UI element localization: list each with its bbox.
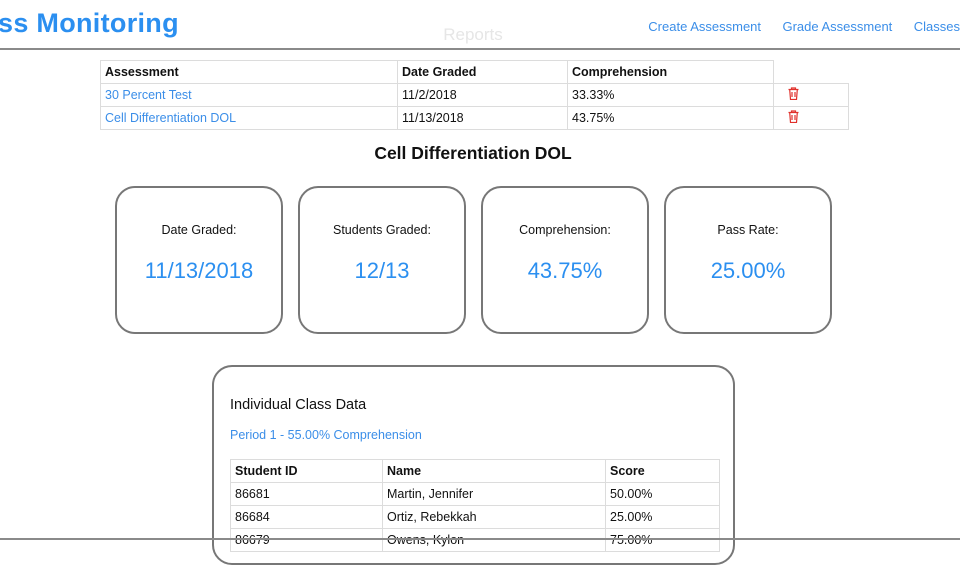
card-label: Date Graded: (161, 223, 237, 237)
student-score-cell: 25.00% (605, 505, 720, 529)
trash-icon[interactable] (788, 87, 799, 103)
date-graded-cell: 11/2/2018 (397, 83, 568, 107)
column-header-assessment: Assessment (100, 60, 398, 84)
student-name-cell: Owens, Kylon (382, 528, 606, 552)
student-name-cell: Ortiz, Rebekkah (382, 505, 606, 529)
column-header-student-id: Student ID (230, 459, 383, 483)
date-graded-cell: 11/13/2018 (397, 106, 568, 130)
assessment-detail-title: Cell Differentiation DOL (374, 143, 572, 163)
class-data-panel: Individual Class Data Period 1 - 55.00% … (212, 365, 735, 565)
card-value: 43.75% (527, 258, 603, 283)
assessment-link[interactable]: Cell Differentiation DOL (105, 111, 236, 125)
comprehension-card: Comprehension: 43.75% (481, 186, 649, 334)
column-header-score: Score (605, 459, 720, 483)
column-header-actions (773, 60, 849, 84)
period-link[interactable]: Period 1 - 55.00% Comprehension (230, 428, 422, 442)
student-score-cell: 50.00% (605, 482, 720, 506)
student-score-cell: 75.00% (605, 528, 720, 552)
comprehension-cell: 43.75% (567, 106, 774, 130)
reports-header-row: Assessment Date Graded Comprehension (100, 60, 849, 84)
students-graded-card: Students Graded: 12/13 (298, 186, 466, 334)
card-label: Comprehension: (519, 223, 611, 237)
column-header-name: Name (382, 459, 606, 483)
student-id-cell: 86681 (230, 482, 383, 506)
card-label: Students Graded: (333, 223, 431, 237)
column-header-date-graded: Date Graded (397, 60, 568, 84)
trash-icon[interactable] (788, 110, 799, 126)
table-row: 86684 Ortiz, Rebekkah 25.00% (230, 505, 720, 529)
card-label: Pass Rate: (717, 223, 779, 237)
class-data-title: Individual Class Data (230, 397, 367, 413)
assessment-link[interactable]: 30 Percent Test (105, 88, 192, 102)
pass-rate-card: Pass Rate: 25.00% (664, 186, 832, 334)
students-header-row: Student ID Name Score (230, 459, 720, 483)
reports-table: Assessment Date Graded Comprehension 30 … (100, 60, 849, 130)
page-title: Reports (443, 25, 503, 44)
table-row: 30 Percent Test 11/2/2018 33.33% (100, 83, 849, 107)
student-name-cell: Martin, Jennifer (382, 482, 606, 506)
table-row: Cell Differentiation DOL 11/13/2018 43.7… (100, 106, 849, 130)
table-row: 86679 Owens, Kylon 75.00% (230, 528, 720, 552)
card-value: 12/13 (354, 258, 410, 283)
card-value: 11/13/2018 (144, 258, 254, 283)
comprehension-cell: 33.33% (567, 83, 774, 107)
table-row: 86681 Martin, Jennifer 50.00% (230, 482, 720, 506)
card-value: 25.00% (710, 258, 786, 283)
student-id-cell: 86679 (230, 528, 383, 552)
date-graded-card: Date Graded: 11/13/2018 (115, 186, 283, 334)
student-id-cell: 86684 (230, 505, 383, 529)
column-header-comprehension: Comprehension (567, 60, 774, 84)
